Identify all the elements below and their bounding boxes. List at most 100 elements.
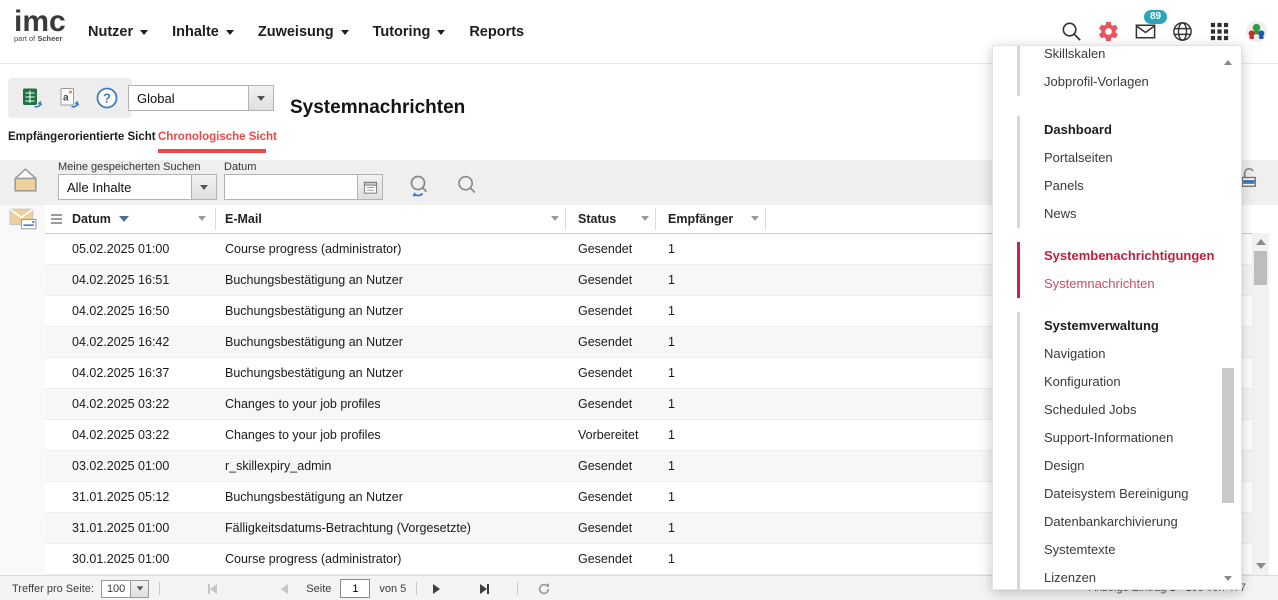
menu-item-systemtexte[interactable]: Systemtexte [1044,536,1201,564]
column-header-empfaenger[interactable]: Empfänger [668,205,733,233]
cell-status: Gesendet [578,451,632,481]
menu-item-portalseiten[interactable]: Portalseiten [1044,144,1201,172]
scroll-down-icon[interactable] [1256,563,1266,569]
per-page-select[interactable]: 100 [101,580,149,598]
nav-item-zuweisung[interactable]: Zuweisung [258,24,349,40]
cell-email: Changes to your job profiles [225,420,381,450]
chevron-down-icon [140,30,148,35]
tab-chronologische-sicht[interactable]: Chronologische Sicht [158,131,277,143]
nav-item-reports[interactable]: Reports [469,24,524,40]
cell-empfaenger: 1 [668,544,675,574]
cell-datum: 03.02.2025 01:00 [72,451,169,481]
scope-select-button[interactable] [248,85,274,111]
total-pages-label: von 5 [379,583,406,595]
nav-item-tutoring[interactable]: Tutoring [373,24,446,40]
column-header-email[interactable]: E-Mail [225,205,262,233]
community-icon[interactable] [1245,20,1268,43]
search-reset-icon[interactable] [404,172,434,207]
menu-item-jobprofil-vorlagen[interactable]: Jobprofil-Vorlagen [1044,68,1201,96]
chevron-down-icon [341,30,349,35]
column-header-datum[interactable]: Datum [72,205,129,233]
cell-datum: 04.02.2025 16:42 [72,327,169,357]
cell-empfaenger: 1 [668,482,675,512]
left-gutter [0,205,45,575]
menu-item-dateisystem-bereinigung[interactable]: Dateisystem Bereinigung [1044,480,1201,508]
saved-search-select[interactable]: Alle Inhalte [58,174,217,200]
menu-header-systemverwaltung[interactable]: Systemverwaltung [1044,312,1201,340]
cell-empfaenger: 1 [668,513,675,543]
menu-scrollbar[interactable] [1222,46,1235,589]
saved-search-select-button[interactable] [191,174,217,200]
column-header-status[interactable]: Status [578,205,616,233]
menu-item-skillskalen[interactable]: Skillskalen [1044,45,1201,68]
grid-menu-icon[interactable] [51,214,62,226]
menu-item-support-informationen[interactable]: Support-Informationen [1044,424,1201,452]
cell-datum: 31.01.2025 01:00 [72,513,169,543]
column-filter-icon[interactable] [641,216,649,221]
open-envelope-icon[interactable] [9,165,42,203]
previous-page-button[interactable] [281,584,288,594]
cell-email: Changes to your job profiles [225,389,381,419]
menu-header-systembenachrichtigungen[interactable]: Systembenachrichtigungen [1044,242,1201,270]
menu-item-navigation[interactable]: Navigation [1044,340,1201,368]
tab-empfaengerorientierte-sicht[interactable]: Empfängerorientierte Sicht [8,131,156,143]
scrollbar-thumb[interactable] [1222,368,1234,503]
menu-item-design[interactable]: Design [1044,452,1201,480]
scroll-up-icon[interactable] [1224,60,1232,65]
cell-email: r_skillexpiry_admin [225,451,331,481]
saved-search-value: Alle Inhalte [58,174,191,200]
menu-item-systemnachrichten[interactable]: Systemnachrichten [1044,270,1201,298]
scroll-down-icon[interactable] [1224,576,1232,581]
menu-item-konfiguration[interactable]: Konfiguration [1044,368,1201,396]
menu-item-news[interactable]: News [1044,200,1201,228]
table-scrollbar[interactable] [1252,233,1269,575]
nav-item-inhalte[interactable]: Inhalte [172,24,234,40]
cell-empfaenger: 1 [668,420,675,450]
menu-item-panels[interactable]: Panels [1044,172,1201,200]
column-filter-icon[interactable] [551,216,559,221]
svg-text:a: a [63,93,69,104]
date-input[interactable] [224,174,357,200]
excel-export-icon[interactable] [21,86,45,110]
first-page-button[interactable] [208,584,217,594]
menu-item-scheduled-jobs[interactable]: Scheduled Jobs [1044,396,1201,424]
nav-item-nutzer[interactable]: Nutzer [88,24,148,40]
scope-select[interactable]: Global [128,85,274,111]
mail-icon[interactable]: 89 [1134,20,1157,43]
cell-status: Gesendet [578,544,632,574]
logo-text: imc [14,8,66,36]
chevron-down-icon [136,586,143,590]
main-menu: Nutzer Inhalte Zuweisung Tutoring Report… [88,0,524,63]
apps-grid-icon[interactable] [1208,20,1231,43]
menu-item-lizenzen[interactable]: Lizenzen [1044,564,1201,590]
search-icon[interactable] [453,172,481,205]
svg-text:?: ? [103,91,111,106]
page-title: Systemnachrichten [290,97,465,119]
menu-item-datenbankarchivierung[interactable]: Datenbankarchivierung [1044,508,1201,536]
cell-empfaenger: 1 [668,265,675,295]
menu-group-systemverwaltung: Systemverwaltung Navigation Konfiguratio… [1017,312,1201,590]
scrollbar-thumb[interactable] [1254,251,1267,285]
gear-icon[interactable] [1097,20,1120,43]
cell-datum: 30.01.2025 01:00 [72,544,169,574]
envelope-card-icon[interactable] [7,203,40,241]
last-page-button[interactable] [480,584,489,594]
cell-datum: 04.02.2025 03:22 [72,420,169,450]
column-filter-icon[interactable] [198,216,206,221]
cell-datum: 05.02.2025 01:00 [72,234,169,264]
globe-icon[interactable] [1171,20,1194,43]
search-icon[interactable] [1060,20,1083,43]
menu-header-dashboard[interactable]: Dashboard [1044,116,1201,144]
calendar-icon[interactable] [357,174,383,200]
page-number-input[interactable] [340,579,370,598]
refresh-icon[interactable] [536,581,552,597]
page-label: Seite [306,583,331,595]
per-page-select-button[interactable] [130,580,149,598]
next-page-button[interactable] [433,584,440,594]
chevron-down-icon [257,96,265,101]
imc-logo[interactable]: imc part of Scheer [14,8,66,43]
scroll-up-icon[interactable] [1256,239,1266,245]
column-filter-icon[interactable] [751,216,759,221]
help-icon[interactable]: ? [95,86,119,110]
document-export-icon[interactable]: a [58,86,82,110]
